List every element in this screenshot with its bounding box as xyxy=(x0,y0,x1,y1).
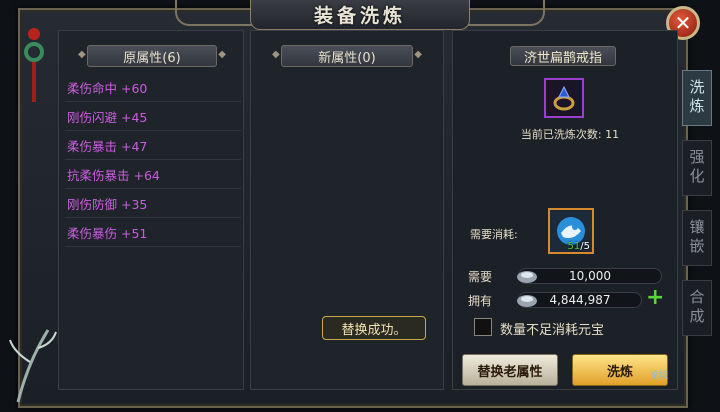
bamboo-ornament xyxy=(9,329,57,402)
window-title: 装备洗炼 xyxy=(250,0,470,30)
item-name: 济世扁鹊戒指 xyxy=(510,46,616,66)
title-ornament-right xyxy=(465,0,545,26)
silver-icon xyxy=(517,271,537,283)
silver-own-label: 拥有 xyxy=(468,294,493,308)
tab-enhance[interactable]: 强化 xyxy=(682,140,712,196)
title-ornament-left xyxy=(175,0,255,26)
attr-row: 刚伤闪避 +45 xyxy=(65,102,241,131)
silver-need-bar: 10,000 xyxy=(518,268,662,284)
watermark-logo: 论坛 xyxy=(650,371,669,381)
cost-count: 51/5 xyxy=(568,241,590,252)
cost-need: /5 xyxy=(580,241,590,252)
new-attributes-header: 新属性(0) xyxy=(272,45,422,67)
attr-row: 刚伤防御 +35 xyxy=(65,189,241,218)
tab-combine[interactable]: 合成 xyxy=(682,280,712,336)
use-ingot-label: 数量不足消耗元宝 xyxy=(500,323,605,338)
refine-stone-slot[interactable]: 51/5 xyxy=(548,208,594,254)
old-attributes-header: 原属性(6) xyxy=(78,45,226,67)
cost-label: 需要消耗: xyxy=(470,228,518,241)
item-slot[interactable] xyxy=(544,78,584,118)
attr-row: 柔伤命中 +60 xyxy=(65,73,241,102)
success-toast: 替换成功。 xyxy=(322,316,426,340)
silver-need-label: 需要 xyxy=(468,270,493,284)
attr-row: 柔伤暴击 +47 xyxy=(65,131,241,160)
old-attributes-panel: 原属性(6) 柔伤命中 +60 刚伤闪避 +45 柔伤暴击 +47 抗柔伤暴击 … xyxy=(58,30,244,390)
jade-tassel-ornament xyxy=(24,28,44,102)
tab-inlay[interactable]: 镶嵌 xyxy=(682,210,712,266)
tab-refine[interactable]: 洗炼 xyxy=(682,70,712,126)
use-ingot-checkbox[interactable] xyxy=(474,318,492,336)
replace-attributes-button[interactable]: 替换老属性 xyxy=(462,354,558,386)
add-silver-button[interactable]: + xyxy=(646,287,664,309)
old-attributes-list: 柔伤命中 +60 刚伤闪避 +45 柔伤暴击 +47 抗柔伤暴击 +64 刚伤防… xyxy=(65,73,241,247)
refine-count-label: 当前已洗炼次数: 11 xyxy=(520,128,620,141)
cost-have: 51 xyxy=(567,241,581,252)
attr-row: 柔伤暴伤 +51 xyxy=(65,218,241,247)
silver-icon xyxy=(517,295,537,307)
attr-row: 抗柔伤暴击 +64 xyxy=(65,160,241,189)
ring-icon xyxy=(553,85,575,111)
